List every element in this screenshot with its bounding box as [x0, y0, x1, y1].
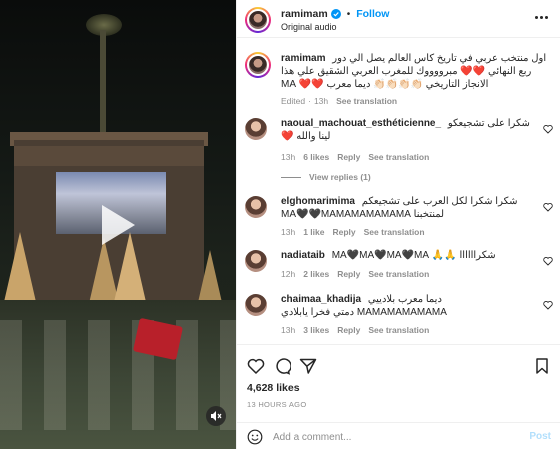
- reply-button[interactable]: Reply: [337, 151, 360, 164]
- avatar[interactable]: [245, 118, 267, 140]
- reply-button[interactable]: Reply: [332, 226, 355, 239]
- comment-body: elghomarimima شكرا شكرا لكل العرب على تش…: [281, 196, 531, 239]
- likes-link[interactable]: 6 likes: [303, 151, 329, 164]
- reply-button[interactable]: Reply: [337, 324, 360, 337]
- comment-input[interactable]: [273, 429, 513, 445]
- more-options-icon[interactable]: [535, 13, 551, 21]
- see-translation-link[interactable]: See translation: [368, 151, 429, 164]
- bookmark-icon[interactable]: [533, 357, 551, 375]
- heart-icon[interactable]: [543, 256, 553, 266]
- heart-icon[interactable]: [543, 300, 553, 310]
- share-icon[interactable]: [299, 357, 317, 375]
- edited-label: Edited: [281, 96, 306, 106]
- separator: •: [346, 8, 351, 20]
- post-panel: ramimam • Follow Original audio ramimam …: [236, 0, 560, 449]
- avatar[interactable]: [245, 250, 267, 272]
- view-replies-button[interactable]: View replies (1): [281, 172, 371, 182]
- header-user: ramimam • Follow: [281, 8, 389, 20]
- comment-username[interactable]: naoual_machouat_esthéticienne_: [281, 118, 441, 129]
- likes-link[interactable]: 2 likes: [303, 268, 329, 281]
- see-translation-link[interactable]: See translation: [364, 226, 425, 239]
- comment-body: naoual_machouat_esthéticienne_ شكرا على …: [281, 118, 531, 164]
- caption-username[interactable]: ramimam: [281, 53, 325, 64]
- comment-meta: 13h 3 likes Reply See translation: [281, 324, 531, 337]
- comment-meta: 13h 1 like Reply See translation: [281, 226, 531, 239]
- comment-username[interactable]: nadiataib: [281, 250, 325, 261]
- post-button[interactable]: Post: [529, 431, 551, 442]
- see-translation-link[interactable]: See translation: [336, 95, 397, 108]
- post-timestamp: 13 HOURS AGO: [247, 400, 307, 409]
- comment-time: 13h: [281, 325, 296, 335]
- comment-time: 12h: [281, 268, 296, 279]
- divider-line: [281, 176, 301, 178]
- comment-time: 13h: [281, 227, 296, 237]
- likes-count[interactable]: 4,628 likes: [247, 382, 300, 394]
- caption-meta: Edited · 13h See translation: [281, 95, 553, 108]
- comment-username[interactable]: elghomarimima: [281, 196, 355, 207]
- verified-icon: [330, 9, 341, 19]
- meta-dot: ·: [308, 96, 311, 106]
- follow-button[interactable]: Follow: [356, 8, 389, 20]
- comment-username[interactable]: chaimaa_khadija: [281, 294, 361, 305]
- comment-time: 13h: [281, 152, 296, 162]
- mute-icon[interactable]: [206, 406, 226, 426]
- play-icon[interactable]: [98, 202, 138, 248]
- username-link[interactable]: ramimam: [281, 8, 328, 20]
- see-translation-link[interactable]: See translation: [368, 268, 429, 281]
- comments-section[interactable]: ramimam اول منتخب عربي في تاريخ كاس العا…: [237, 38, 560, 344]
- view-replies-label: View replies (1): [309, 172, 371, 182]
- building-band: [14, 146, 204, 166]
- comment-meta: 13h 6 likes Reply See translation: [281, 151, 531, 164]
- comment-icon[interactable]: [273, 357, 291, 375]
- comment-meta: 12h 2 likes Reply See translation: [281, 268, 531, 281]
- action-bar: [237, 344, 560, 382]
- audio-label[interactable]: Original audio: [281, 22, 337, 32]
- caption-time: 13h: [313, 96, 329, 106]
- umbrella: [4, 232, 36, 302]
- reply-button[interactable]: Reply: [337, 268, 360, 281]
- like-icon[interactable]: [247, 357, 265, 375]
- heart-icon[interactable]: [543, 202, 553, 212]
- video-player[interactable]: [0, 0, 236, 449]
- likes-link[interactable]: 3 likes: [303, 324, 329, 337]
- comment-body: chaimaa_khadija ديما معرب بلادييي MAMAMA…: [281, 294, 531, 337]
- comment-text: شكراااااا 🙏🙏 MA🖤MA🖤MA🖤MA: [331, 250, 496, 261]
- post-header: ramimam • Follow Original audio: [237, 0, 560, 38]
- avatar[interactable]: [245, 196, 267, 218]
- avatar[interactable]: [245, 7, 271, 33]
- heart-icon[interactable]: [543, 124, 553, 134]
- comment-body: nadiataib شكراااااا 🙏🙏 MA🖤MA🖤MA🖤MA 12h 2…: [281, 250, 531, 280]
- emoji-icon[interactable]: [247, 429, 263, 445]
- see-translation-link[interactable]: See translation: [368, 324, 429, 337]
- avatar[interactable]: [245, 52, 271, 78]
- likes-link[interactable]: 1 like: [303, 226, 324, 239]
- avatar[interactable]: [245, 294, 267, 316]
- cafe-tables: [0, 320, 236, 430]
- caption-text: ramimam اول منتخب عربي في تاريخ كاس العا…: [281, 52, 553, 108]
- add-comment-bar: Post: [237, 422, 560, 449]
